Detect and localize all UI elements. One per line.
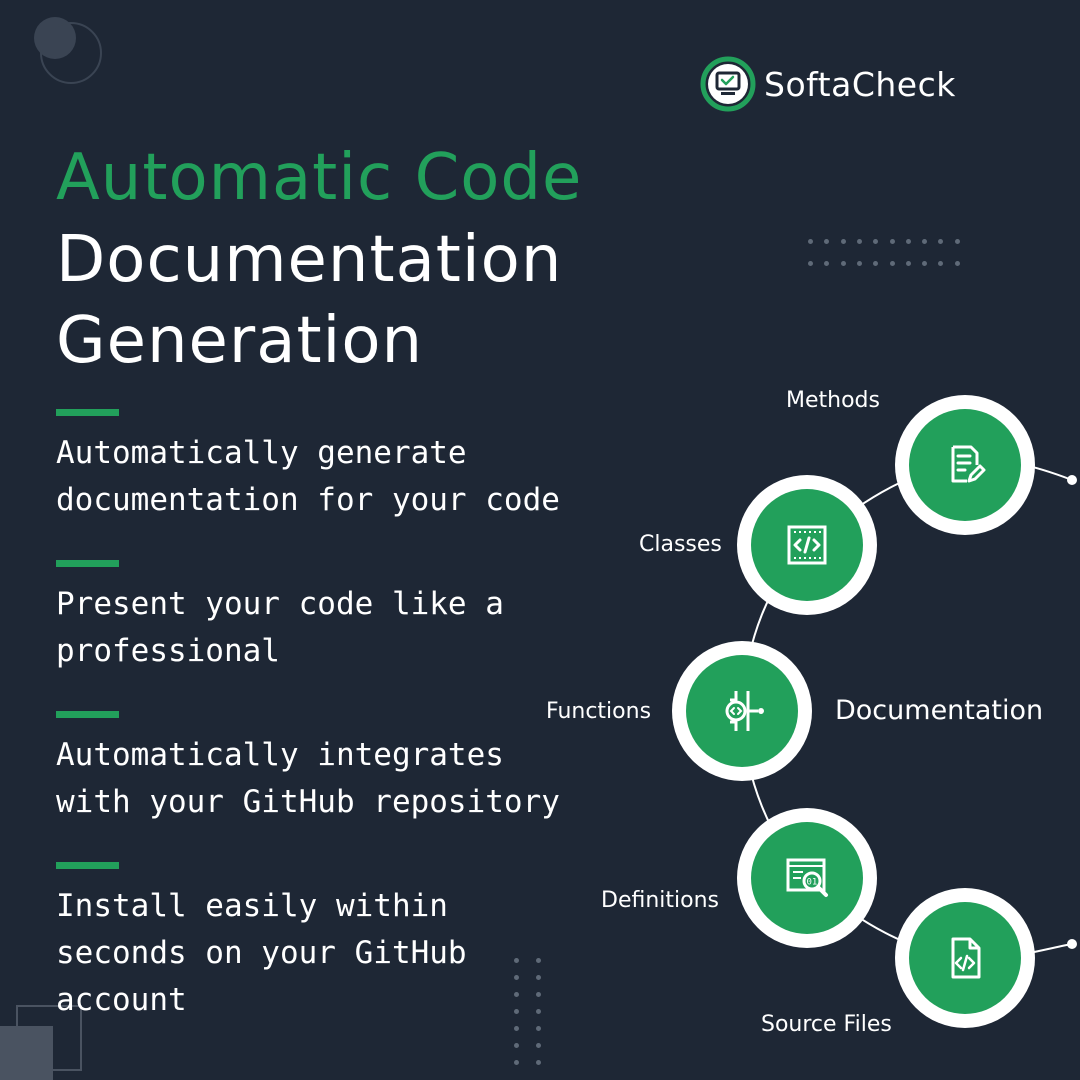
source-files-node [895, 888, 1035, 1028]
diagram-center-label: Documentation [835, 695, 1044, 726]
binary-search-icon: 01 [786, 858, 828, 897]
definitions-node: 01 [737, 808, 877, 948]
methods-label: Methods [786, 388, 880, 413]
classes-label: Classes [639, 532, 722, 557]
functions-label: Functions [546, 699, 652, 724]
code-window-icon [787, 525, 827, 565]
function-gear-icon [725, 691, 764, 731]
methods-node [895, 395, 1035, 535]
definitions-label: Definitions [601, 888, 719, 913]
classes-node [737, 475, 877, 615]
document-edit-icon [951, 445, 986, 483]
source-files-label: Source Files [761, 1012, 892, 1037]
functions-node [672, 641, 812, 781]
svg-text:01: 01 [807, 878, 818, 888]
code-file-icon [951, 937, 981, 979]
